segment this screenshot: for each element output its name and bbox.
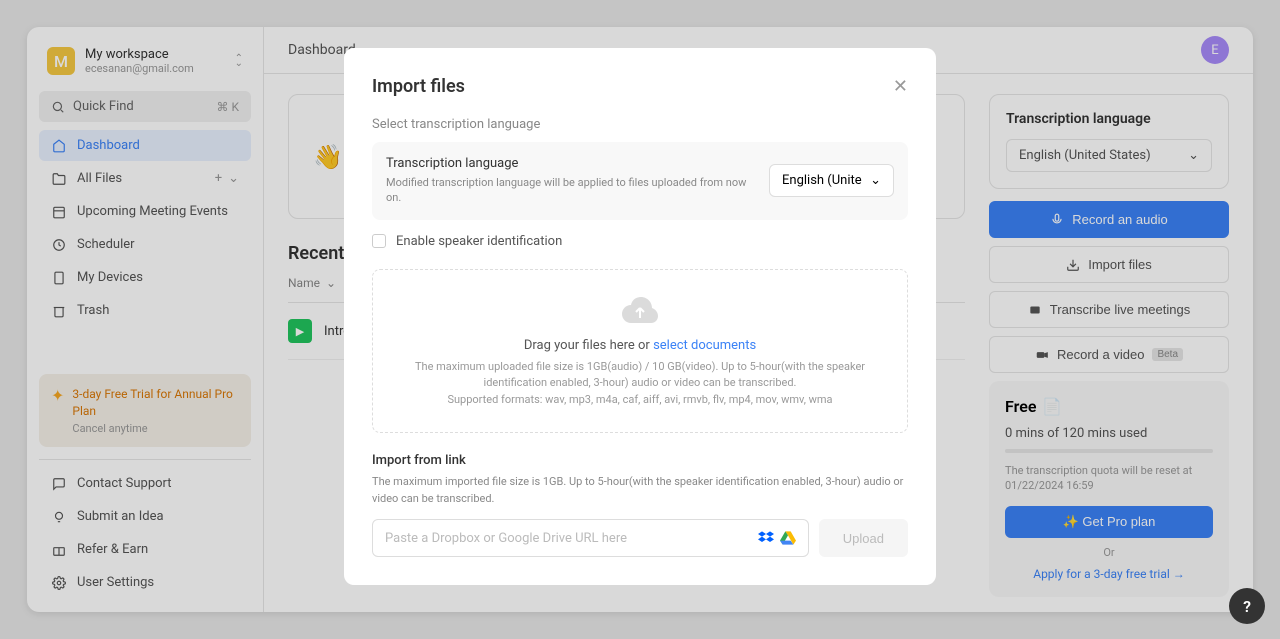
lang-box-desc: Modified transcription language will be … — [386, 175, 753, 206]
drop-desc-1: The maximum uploaded file size is 1GB(au… — [413, 359, 867, 392]
upload-button[interactable]: Upload — [819, 519, 908, 557]
select-documents-link[interactable]: select documents — [653, 338, 756, 353]
drop-desc-2: Supported formats: wav, mp3, m4a, caf, a… — [413, 392, 867, 409]
drop-text: Drag your files here or select documents — [413, 338, 867, 353]
language-box: Transcription language Modified transcri… — [372, 142, 908, 220]
modal-backdrop[interactable]: Import files ✕ Select transcription lang… — [0, 0, 1280, 639]
import-modal: Import files ✕ Select transcription lang… — [344, 48, 936, 585]
help-fab[interactable]: ? — [1229, 588, 1265, 624]
chevron-down-icon: ⌄ — [870, 173, 881, 188]
url-placeholder: Paste a Dropbox or Google Drive URL here — [385, 531, 758, 546]
url-input[interactable]: Paste a Dropbox or Google Drive URL here — [372, 519, 809, 557]
modal-title: Import files — [372, 76, 465, 97]
close-icon[interactable]: ✕ — [893, 76, 908, 97]
modal-language-select[interactable]: English (United … ⌄ — [769, 164, 894, 197]
import-link-desc: The maximum imported file size is 1GB. U… — [372, 474, 908, 507]
cloud-upload-icon — [413, 294, 867, 326]
google-drive-icon[interactable] — [780, 530, 796, 546]
dropzone[interactable]: Drag your files here or select documents… — [372, 269, 908, 434]
dropbox-icon[interactable] — [758, 530, 774, 546]
checkbox[interactable] — [372, 234, 386, 248]
import-link-title: Import from link — [372, 453, 908, 468]
lang-box-title: Transcription language — [386, 156, 753, 171]
select-language-label: Select transcription language — [372, 117, 908, 132]
speaker-checkbox-row[interactable]: Enable speaker identification — [372, 234, 908, 249]
